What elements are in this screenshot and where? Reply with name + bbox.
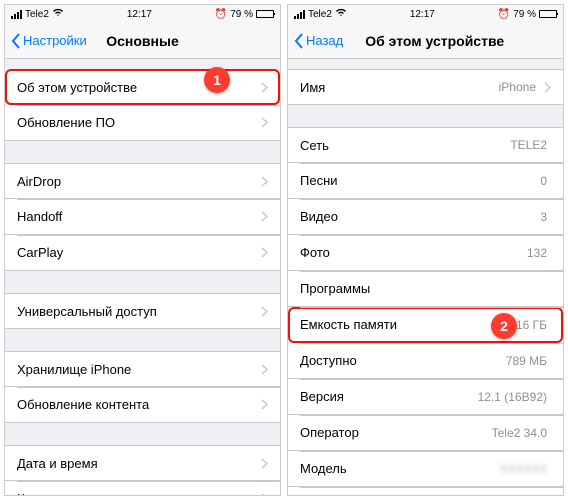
annotation-badge-1: 1 <box>204 67 230 93</box>
cell-label: Обновление контента <box>17 397 149 412</box>
cell-фото[interactable]: Фото 132 <box>288 235 563 271</box>
cell-label: Хранилище iPhone <box>17 362 131 377</box>
chevron-right-icon <box>261 306 268 317</box>
cell-label: Фото <box>300 245 330 260</box>
cell-value: 12.1 (16B92) <box>478 390 551 404</box>
cell-label: Обновление ПО <box>17 115 115 130</box>
cell-handoff[interactable]: Handoff <box>5 199 280 235</box>
nav-bar: Настройки Основные <box>5 23 280 59</box>
wifi-icon <box>335 8 347 20</box>
chevron-right-icon <box>544 82 551 93</box>
status-bar: Tele2 12:17 ⏰ 79 % <box>288 5 563 23</box>
phone-left: Tele2 12:17 ⏰ 79 % Настройки Основные Об… <box>4 4 281 496</box>
battery-icon <box>256 10 274 18</box>
cell-клавиатура[interactable]: Клавиатура <box>5 481 280 495</box>
phone-right: Tele2 12:17 ⏰ 79 % Назад Об этом устройс… <box>287 4 564 496</box>
cell-label: Версия <box>300 389 344 404</box>
chevron-right-icon <box>261 364 268 375</box>
cell-label: Имя <box>300 80 325 95</box>
cell-label: Видео <box>300 209 338 224</box>
cell-value: 3 <box>540 210 551 224</box>
cell-value: 0 <box>540 174 551 188</box>
cell-label: Дата и время <box>17 456 98 471</box>
cell-value: 16 ГБ <box>516 318 551 332</box>
cell-модель[interactable]: Модель XXXXXX <box>288 451 563 487</box>
cell-обновление-контента[interactable]: Обновление контента <box>5 387 280 423</box>
chevron-right-icon <box>261 176 268 187</box>
cell-сеть[interactable]: Сеть TELE2 <box>288 127 563 163</box>
cell-универсальный-доступ[interactable]: Универсальный доступ <box>5 293 280 329</box>
content-left: Об этом устройстве Обновление ПО AirDrop Ha… <box>5 59 280 495</box>
cell-label: Универсальный доступ <box>17 304 157 319</box>
alarm-icon: ⏰ <box>215 9 227 20</box>
cell-имя[interactable]: Имя iPhone <box>288 69 563 105</box>
cell-программы[interactable]: Программы <box>288 271 563 307</box>
back-button[interactable]: Назад <box>288 33 349 49</box>
clock: 12:17 <box>410 9 435 20</box>
nav-title: Основные <box>106 33 179 49</box>
cell-label: Оператор <box>300 425 359 440</box>
clock: 12:17 <box>127 9 152 20</box>
cell-label: Handoff <box>17 209 62 224</box>
carrier: Tele2 <box>25 9 49 20</box>
back-label: Настройки <box>23 33 87 48</box>
wifi-icon <box>52 8 64 20</box>
carrier: Tele2 <box>308 9 332 20</box>
cell-value: iPhone <box>499 80 540 94</box>
cell-value: 789 МБ <box>506 354 551 368</box>
cell-value: XXXXXX <box>499 462 551 476</box>
annotation-badge-2: 2 <box>491 313 517 339</box>
cell-обновление-по[interactable]: Обновление ПО <box>5 105 280 141</box>
cell-label: Сеть <box>300 138 329 153</box>
cell-доступно[interactable]: Доступно 789 МБ <box>288 343 563 379</box>
cell-airdrop[interactable]: AirDrop <box>5 163 280 199</box>
content-right: Имя iPhone Сеть TELE2 Песни 0 Видео 3 Фото 132 Про… <box>288 59 563 495</box>
cell-label: Песни <box>300 173 338 188</box>
chevron-right-icon <box>261 211 268 222</box>
chevron-right-icon <box>261 82 268 93</box>
cell-label: AirDrop <box>17 174 61 189</box>
back-label: Назад <box>306 33 343 48</box>
cell-дата-и-время[interactable]: Дата и время <box>5 445 280 481</box>
battery-pct: 79 % <box>230 9 253 20</box>
cell-хранилище-iphone[interactable]: Хранилище iPhone <box>5 351 280 387</box>
cell-песни[interactable]: Песни 0 <box>288 163 563 199</box>
cell-label: Клавиатура <box>17 491 87 495</box>
chevron-right-icon <box>261 458 268 469</box>
cell-label: CarPlay <box>17 245 63 260</box>
status-bar: Tele2 12:17 ⏰ 79 % <box>5 5 280 23</box>
back-button[interactable]: Настройки <box>5 33 93 49</box>
cell-label: Модель <box>300 461 347 476</box>
cell-label: Об этом устройстве <box>17 80 137 95</box>
signal-icon <box>11 10 22 19</box>
battery-icon <box>539 10 557 18</box>
cell-value: TELE2 <box>510 138 551 152</box>
cell-label: Программы <box>300 281 370 296</box>
cell-об-этом-устройстве[interactable]: Об этом устройстве <box>5 69 280 105</box>
chevron-right-icon <box>261 247 268 258</box>
cell-емкость-памяти[interactable]: Емкость памяти 16 ГБ <box>288 307 563 343</box>
battery-pct: 79 % <box>513 9 536 20</box>
chevron-right-icon <box>261 117 268 128</box>
cell-серийный-номер[interactable]: Серийный номерXXXXXX <box>288 487 563 495</box>
cell-carplay[interactable]: CarPlay <box>5 235 280 271</box>
chevron-right-icon <box>261 399 268 410</box>
cell-видео[interactable]: Видео 3 <box>288 199 563 235</box>
cell-value: 132 <box>527 246 551 260</box>
cell-label: Емкость памяти <box>300 317 397 332</box>
nav-bar: Назад Об этом устройстве <box>288 23 563 59</box>
alarm-icon: ⏰ <box>498 9 510 20</box>
cell-label: Доступно <box>300 353 357 368</box>
cell-версия[interactable]: Версия 12.1 (16B92) <box>288 379 563 415</box>
signal-icon <box>294 10 305 19</box>
cell-оператор[interactable]: Оператор Tele2 34.0 <box>288 415 563 451</box>
cell-value: Tele2 34.0 <box>492 426 551 440</box>
nav-title: Об этом устройстве <box>365 33 504 49</box>
chevron-right-icon <box>261 493 268 495</box>
